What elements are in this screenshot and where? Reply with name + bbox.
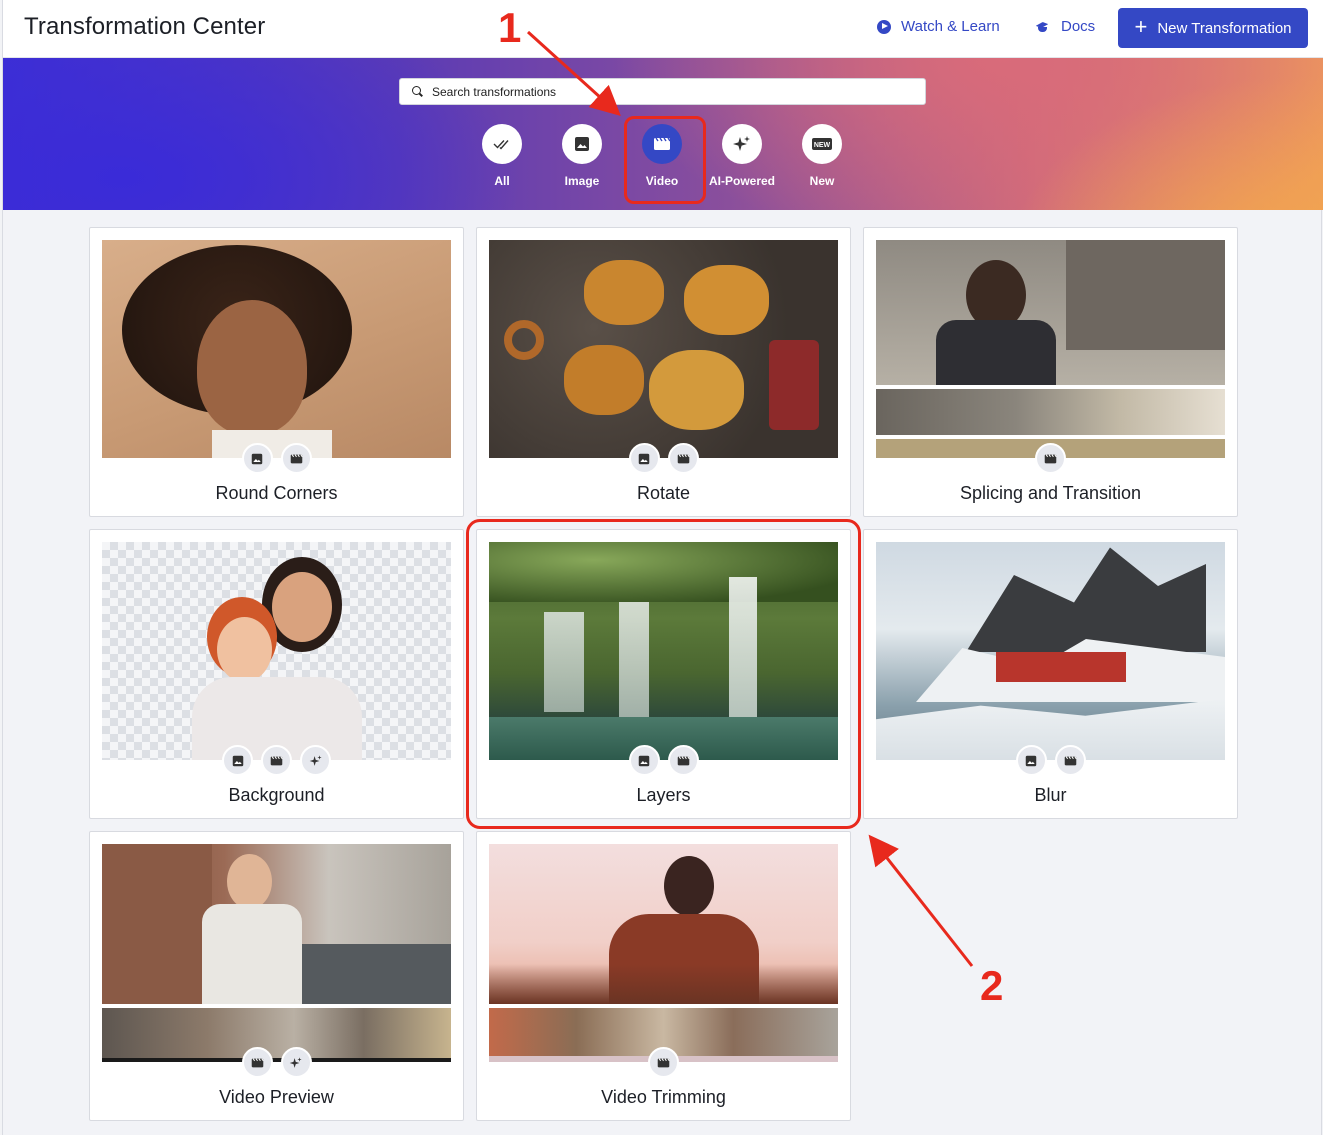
video-icon (667, 443, 699, 474)
video-trimming-thumbnail (489, 844, 838, 1062)
card-badges (864, 443, 1237, 474)
filter-image-label: Image (564, 174, 600, 188)
card-badges (477, 443, 850, 474)
video-icon (241, 1047, 273, 1078)
blur-thumbnail (876, 542, 1225, 760)
filter-all[interactable]: All (462, 124, 542, 188)
docs-link[interactable]: Docs (1035, 18, 1095, 35)
annotation-highlight-layers-card (466, 519, 861, 829)
annotation-step-1: 1 (498, 4, 522, 51)
annotation-highlight-video-filter (624, 116, 706, 204)
filter-ai-powered-label: AI-Powered (708, 174, 775, 188)
filter-ai-powered[interactable]: AI-Powered (702, 124, 782, 188)
new-badge-text: NEW (814, 142, 831, 149)
card-round-corners[interactable]: Round Corners (89, 227, 464, 517)
filter-all-label: All (494, 174, 510, 188)
filter-new[interactable]: NEW New (782, 124, 862, 188)
card-badges (864, 745, 1237, 776)
video-icon (1054, 745, 1086, 776)
card-title: Blur (1034, 785, 1067, 805)
card-title: Round Corners (215, 483, 338, 503)
card-badges (90, 443, 463, 474)
card-rotate[interactable]: Rotate (476, 227, 851, 517)
card-title: Video Preview (219, 1087, 334, 1107)
double-check-icon (482, 124, 522, 164)
new-badge-icon: NEW (802, 124, 842, 164)
card-title: Background (228, 785, 325, 805)
card-video-preview[interactable]: Video Preview (89, 831, 464, 1121)
sparkle-icon (280, 1047, 312, 1078)
image-icon (241, 443, 273, 474)
card-blur[interactable]: Blur (863, 529, 1238, 819)
image-icon (1015, 745, 1047, 776)
docs-label: Docs (1061, 18, 1096, 35)
sparkle-icon (300, 745, 331, 776)
background-thumbnail (102, 542, 451, 760)
play-circle-icon (877, 19, 891, 34)
video-icon (1035, 443, 1066, 474)
image-icon (222, 745, 253, 776)
card-title: Rotate (636, 483, 691, 503)
sparkle-icon (722, 124, 762, 164)
card-video-trimming[interactable]: Video Trimming (476, 831, 851, 1121)
search-input[interactable] (432, 84, 892, 99)
page-title: Transformation Center (24, 13, 266, 40)
card-badges (477, 1047, 850, 1078)
app-frame: Transformation Center Watch & Learn Docs… (2, 0, 1323, 1135)
rotate-thumbnail (489, 240, 838, 458)
video-icon (280, 443, 312, 474)
new-transformation-label: New Transformation (1157, 19, 1292, 37)
filter-image[interactable]: Image (542, 124, 622, 188)
video-icon (261, 745, 292, 776)
image-icon (628, 443, 660, 474)
video-preview-thumbnail (102, 844, 451, 1062)
card-splicing-transition[interactable]: Splicing and Transition (863, 227, 1238, 517)
plus-icon: + (1134, 14, 1148, 39)
search-icon (412, 86, 423, 97)
filter-new-label: New (809, 174, 835, 188)
video-icon (648, 1047, 679, 1078)
card-badges (90, 745, 463, 776)
card-badges (90, 1047, 463, 1078)
round-corners-thumbnail (102, 240, 451, 458)
watch-learn-label: Watch & Learn (901, 18, 1000, 35)
card-title: Splicing and Transition (959, 483, 1142, 503)
annotation-step-2: 2 (980, 962, 1004, 1009)
image-icon (562, 124, 602, 164)
search-bar[interactable] (399, 78, 926, 105)
splicing-thumbnail (876, 240, 1225, 458)
card-background[interactable]: Background (89, 529, 464, 819)
top-header: Transformation Center Watch & Learn Docs… (3, 0, 1323, 58)
card-title: Video Trimming (601, 1087, 726, 1107)
graduation-cap-icon (1035, 21, 1051, 33)
new-transformation-button[interactable]: + New Transformation (1118, 8, 1308, 48)
watch-learn-link[interactable]: Watch & Learn (877, 18, 1000, 35)
